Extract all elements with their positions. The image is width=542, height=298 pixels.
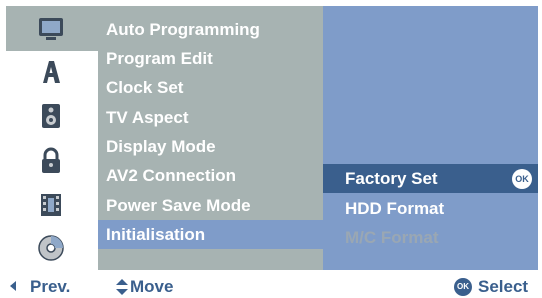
menu-item-display-mode[interactable]: Display Mode [106, 132, 216, 161]
language-icon[interactable] [36, 57, 66, 87]
menu-item-clock-set[interactable]: Clock Set [106, 73, 183, 102]
disc-icon[interactable] [36, 233, 66, 263]
menu-item-av2-connection[interactable]: AV2 Connection [106, 161, 236, 190]
footer-bar: Prev. Move OK Select [6, 275, 538, 298]
left-arrow-icon [10, 281, 16, 291]
menu-item-tv-aspect[interactable]: TV Aspect [106, 103, 189, 132]
ok-button-icon: OK [512, 169, 532, 189]
setup-menu-screen: Auto Programming Program Edit Clock Set … [0, 0, 542, 298]
ok-icon: OK [454, 278, 472, 296]
picture-icon[interactable] [36, 13, 66, 43]
submenu-item-factory-set[interactable]: Factory Set OK [323, 164, 538, 193]
move-label: Move [130, 277, 174, 296]
menu-item-initialisation[interactable]: Initialisation [98, 220, 323, 249]
submenu-item-mc-format: M/C Format [345, 228, 439, 247]
menu-item-auto-programming[interactable]: Auto Programming [106, 15, 260, 44]
audio-icon[interactable] [36, 101, 66, 131]
recording-icon[interactable] [36, 190, 66, 220]
menu-item-program-edit[interactable]: Program Edit [106, 44, 213, 73]
menu-item-power-save-mode[interactable]: Power Save Mode [106, 191, 251, 220]
up-down-arrow-icon [116, 279, 128, 295]
submenu-item-label: Factory Set [345, 169, 438, 188]
prev-label: Prev. [30, 277, 71, 296]
submenu-item-hdd-format[interactable]: HDD Format [323, 194, 538, 223]
lock-icon[interactable] [36, 146, 66, 176]
select-label: Select [478, 277, 529, 296]
